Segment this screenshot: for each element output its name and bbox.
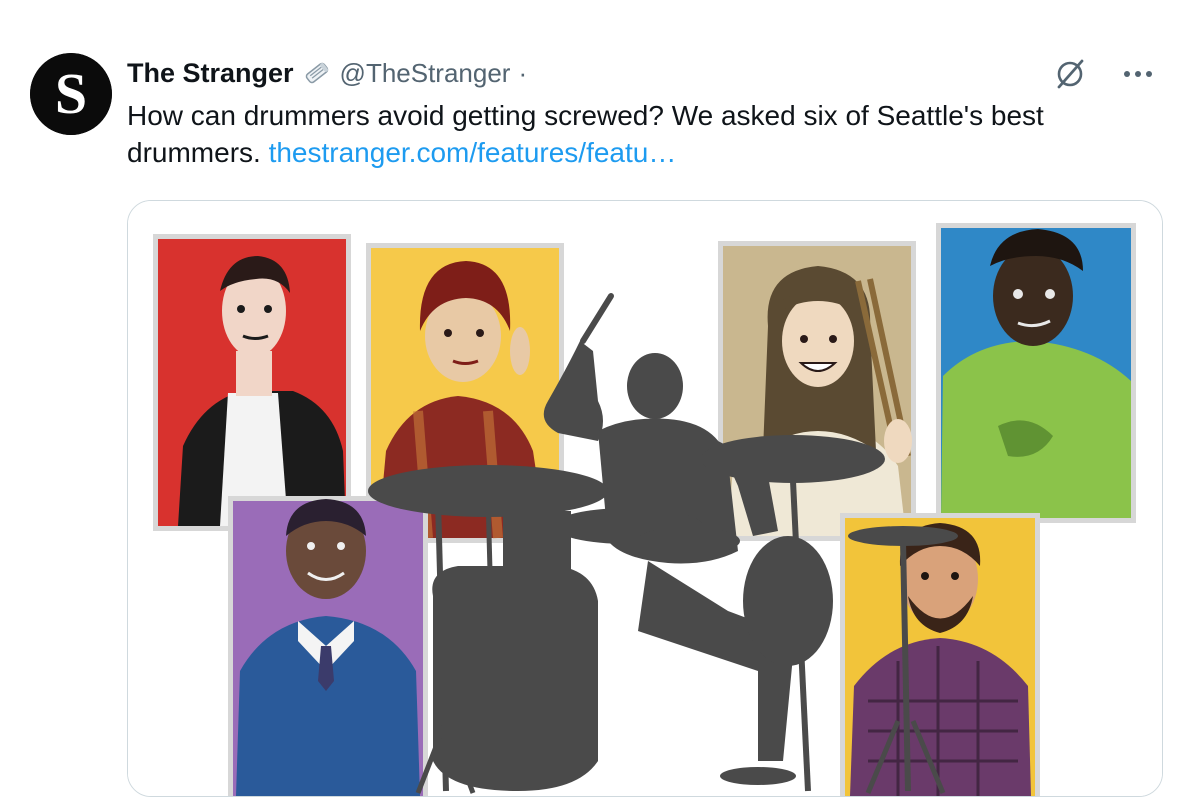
author-avatar[interactable]: S: [30, 53, 112, 135]
drummers-illustration: [128, 201, 1162, 796]
portrait-orange: [840, 513, 1040, 796]
portrait-purple: [228, 496, 428, 796]
author-name[interactable]: The Stranger: [127, 58, 294, 89]
grok-icon[interactable]: [1050, 54, 1090, 94]
newspaper-icon: [302, 58, 332, 88]
tweet-text: How can drummers avoid getting screwed? …: [127, 97, 1157, 171]
portrait-red: [153, 234, 351, 531]
tweet-media-card[interactable]: [127, 200, 1163, 797]
stranger-logo-icon: S: [30, 53, 112, 135]
portrait-blue: [936, 223, 1136, 523]
separator-dot: ·: [518, 57, 528, 88]
article-link[interactable]: thestranger.com/features/featu…: [269, 137, 677, 168]
more-icon[interactable]: [1118, 54, 1158, 94]
svg-text:S: S: [55, 61, 87, 126]
author-handle[interactable]: @TheStranger: [340, 58, 511, 89]
tweet-header: The Stranger @TheStranger ·: [127, 55, 527, 91]
tweet-actions: [1050, 54, 1158, 94]
